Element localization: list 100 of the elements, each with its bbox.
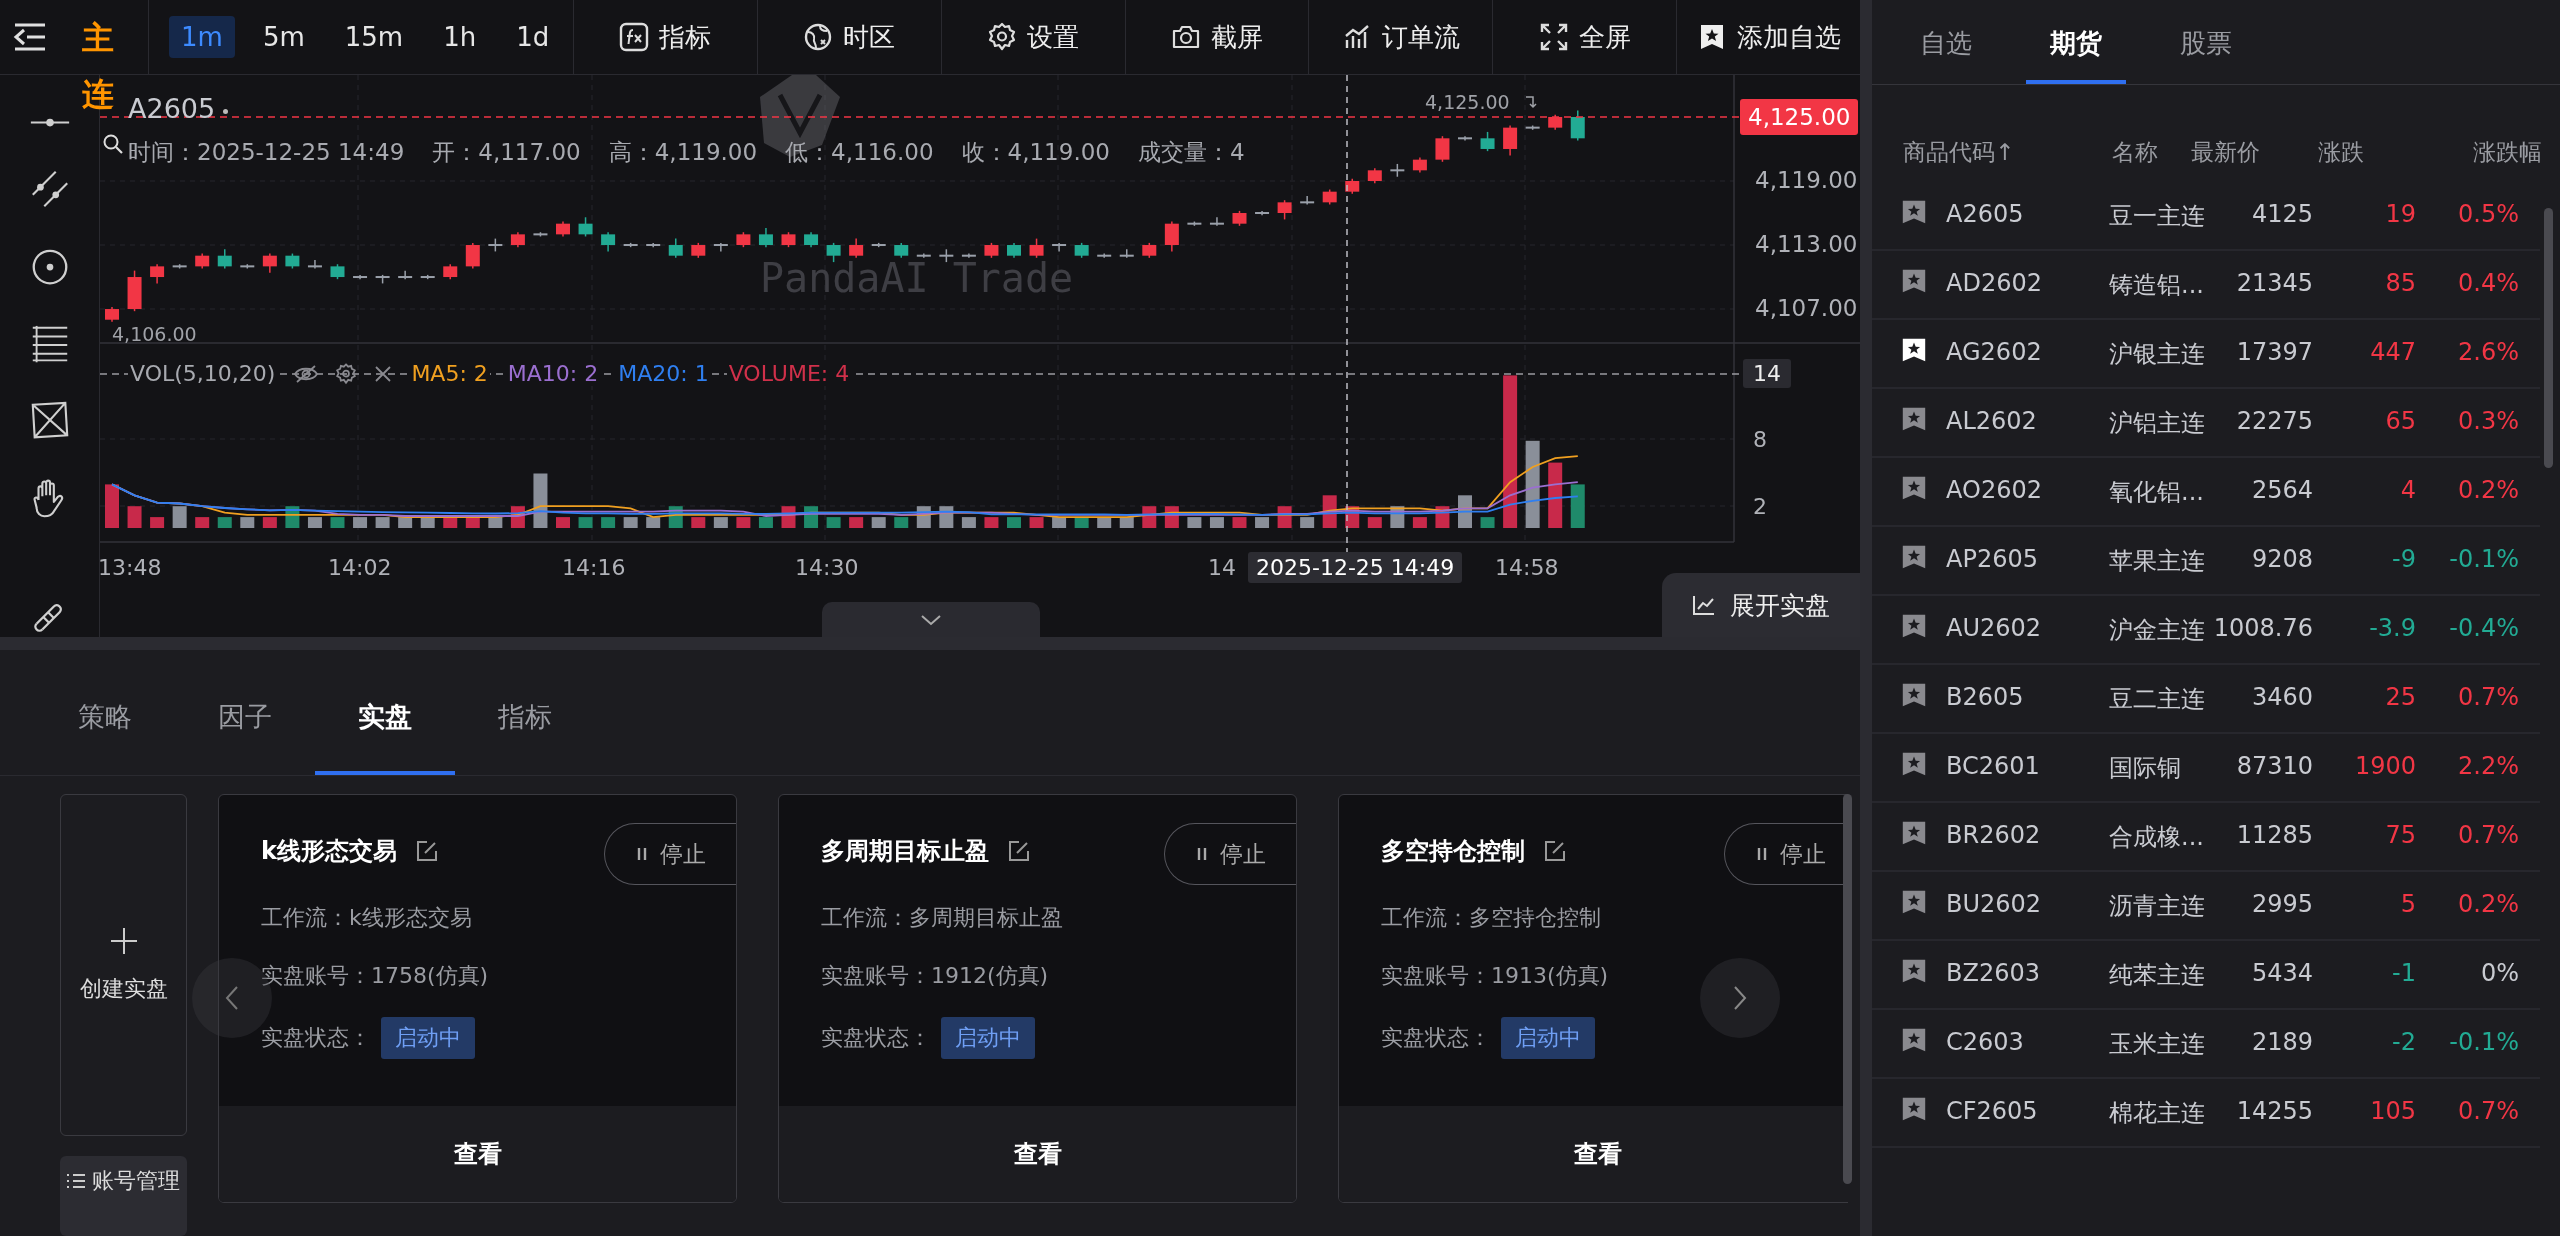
table-cell: 25 — [2385, 683, 2416, 711]
low-price-label: 4,106.00 — [112, 323, 197, 345]
table-cell: 0.3% — [2458, 407, 2519, 435]
price-axis-label: 4,119.00 — [1755, 167, 1858, 193]
quote-row[interactable]: BU2602 沥青主连 2995 5 0.2% — [1872, 872, 2540, 941]
edit-icon[interactable] — [414, 839, 439, 863]
column-header[interactable]: 涨跌幅 — [2473, 137, 2542, 168]
interval-tab[interactable]: 1h — [431, 16, 489, 58]
table-cell: 17397 — [2236, 338, 2313, 366]
toolbar-button[interactable]: 指标 — [573, 0, 757, 74]
expand-live-button[interactable]: 展开实盘 — [1662, 573, 1860, 637]
scrollbar[interactable] — [1843, 794, 1852, 1184]
table-cell: AU2602 — [1946, 614, 2042, 642]
edit-icon[interactable] — [1543, 839, 1567, 863]
table-cell: 0.7% — [2458, 1097, 2519, 1125]
quote-row[interactable]: C2603 玉米主连 2189 -2 -0.1% — [1872, 1010, 2540, 1079]
toolbar-button[interactable]: 设置 — [940, 0, 1125, 74]
table-cell-text: 纯苯主连 — [2109, 960, 2205, 991]
bookmark-star-icon[interactable] — [1900, 612, 1928, 640]
globe-icon — [803, 22, 834, 52]
interval-tab[interactable]: 15m — [332, 16, 416, 58]
status-badge: 启动中 — [941, 1017, 1035, 1059]
panel-tab[interactable]: 策略 — [35, 663, 175, 775]
pause-icon — [1195, 847, 1208, 861]
bookmark-star-icon[interactable] — [1900, 267, 1928, 295]
bookmark-star-icon[interactable] — [1900, 1095, 1928, 1123]
table-cell: AL2602 — [1946, 407, 2037, 435]
table-cell: 0.7% — [2458, 821, 2519, 849]
workflow-text: 工作流：多空持仓控制 — [1381, 904, 1601, 932]
market-tab[interactable]: 期货 — [2026, 0, 2126, 84]
list-icon — [66, 1172, 86, 1190]
bookmark-star-icon[interactable] — [1900, 957, 1928, 985]
toolbar-button[interactable]: 订单流 — [1308, 0, 1493, 74]
view-button[interactable]: 查看 — [219, 1106, 736, 1202]
bookmark-star-icon[interactable] — [1900, 888, 1928, 916]
table-cell-text: 沥青主连 — [2109, 891, 2205, 922]
quote-row[interactable]: A2605 豆一主连 4125 19 0.5% — [1872, 182, 2540, 251]
bookmark-star-icon[interactable] — [1900, 336, 1928, 364]
bookmark-star-icon[interactable] — [1900, 474, 1928, 502]
bookmark-star-icon[interactable] — [1900, 198, 1928, 226]
bookmark-star-icon[interactable] — [1900, 1026, 1928, 1054]
table-cell: 2189 — [2251, 1028, 2313, 1056]
view-button[interactable]: 查看 — [779, 1106, 1296, 1202]
quote-row[interactable]: B2605 豆二主连 3460 25 0.7% — [1872, 665, 2540, 734]
quote-row[interactable]: AO2602 氧化铝... 2564 4 0.2% — [1872, 458, 2540, 527]
toolbar-button[interactable]: 时区 — [756, 0, 941, 74]
settings-icon[interactable] — [335, 362, 358, 385]
column-header[interactable]: 名称 — [2112, 137, 2158, 168]
column-header[interactable]: 涨跌 — [2318, 137, 2364, 168]
quote-row[interactable]: AD2602 铸造铝... 21345 85 0.4% — [1872, 251, 2540, 320]
bookmark-star-icon[interactable] — [1900, 543, 1928, 571]
quote-row[interactable]: CF2605 棉花主连 14255 105 0.7% — [1872, 1079, 2540, 1148]
toolbar-button[interactable]: 全屏 — [1492, 0, 1677, 74]
interval-tab[interactable]: 5m — [250, 16, 317, 58]
scrollbar[interactable] — [2544, 208, 2553, 468]
panel-tab[interactable]: 实盘 — [315, 663, 455, 775]
time-axis-label: 14:30 — [795, 555, 855, 580]
panel-tab[interactable]: 指标 — [455, 663, 595, 775]
bookmark-star-icon[interactable] — [1900, 750, 1928, 778]
table-cell: 0.5% — [2458, 200, 2519, 228]
table-cell: 2564 — [2251, 476, 2313, 504]
bookmark-star-icon[interactable] — [1900, 819, 1928, 847]
table-cell: BC2601 — [1946, 752, 2040, 780]
pause-icon — [635, 847, 648, 861]
table-cell: 4125 — [2251, 200, 2313, 228]
account-management-button[interactable]: 账号管理 — [60, 1156, 187, 1236]
quote-row[interactable]: BC2601 国际铜 87310 1900 2.2% — [1872, 734, 2540, 803]
menu-icon[interactable] — [13, 22, 47, 52]
create-live-button[interactable]: 创建实盘 — [60, 794, 187, 1136]
table-cell: 2995 — [2251, 890, 2313, 918]
close-icon[interactable] — [373, 363, 394, 384]
market-tab[interactable]: 股票 — [2156, 0, 2256, 84]
column-header[interactable]: 商品代码↑ — [1903, 137, 2015, 168]
table-cell: 4 — [2400, 476, 2416, 504]
quote-row[interactable]: AU2602 沪金主连 1008.76 -3.9 -0.4% — [1872, 596, 2540, 665]
market-tab[interactable]: 自选 — [1896, 0, 1996, 84]
interval-tab[interactable]: 1d — [504, 16, 562, 58]
view-button[interactable]: 查看 — [1339, 1106, 1848, 1202]
interval-tab[interactable]: 1m — [169, 16, 235, 58]
quote-row[interactable]: BR2602 合成橡... 11285 75 0.7% — [1872, 803, 2540, 872]
panel-tab[interactable]: 因子 — [175, 663, 315, 775]
column-header[interactable]: 最新价 — [2191, 137, 2260, 168]
table-cell-text: 沪银主连 — [2109, 339, 2205, 370]
quote-row[interactable]: AG2602 沪银主连 17397 447 2.6% — [1872, 320, 2540, 389]
quote-row[interactable]: BZ2603 纯苯主连 5434 -1 0% — [1872, 941, 2540, 1010]
table-cell: -0.1% — [2449, 545, 2519, 573]
eye-off-icon[interactable] — [293, 363, 320, 384]
bookmark-star-icon[interactable] — [1900, 405, 1928, 433]
quote-row[interactable]: AL2602 沪铝主连 22275 65 0.3% — [1872, 389, 2540, 458]
bookmark-star-icon[interactable] — [1900, 681, 1928, 709]
quote-row[interactable]: AP2605 苹果主连 9208 -9 -0.1% — [1872, 527, 2540, 596]
account-text: 实盘账号：1758(仿真) — [261, 962, 489, 990]
time-axis-label: 13:48 — [98, 555, 158, 580]
volume-level-tag: 14 — [1743, 359, 1791, 388]
edit-icon[interactable] — [1007, 839, 1031, 863]
search-icon[interactable] — [102, 133, 124, 155]
account-text: 实盘账号：1913(仿真) — [1381, 962, 1609, 990]
table-cell-text: 沪铝主连 — [2109, 408, 2205, 439]
toolbar-button[interactable]: 截屏 — [1124, 0, 1309, 74]
chevron-left-icon — [225, 985, 239, 1011]
